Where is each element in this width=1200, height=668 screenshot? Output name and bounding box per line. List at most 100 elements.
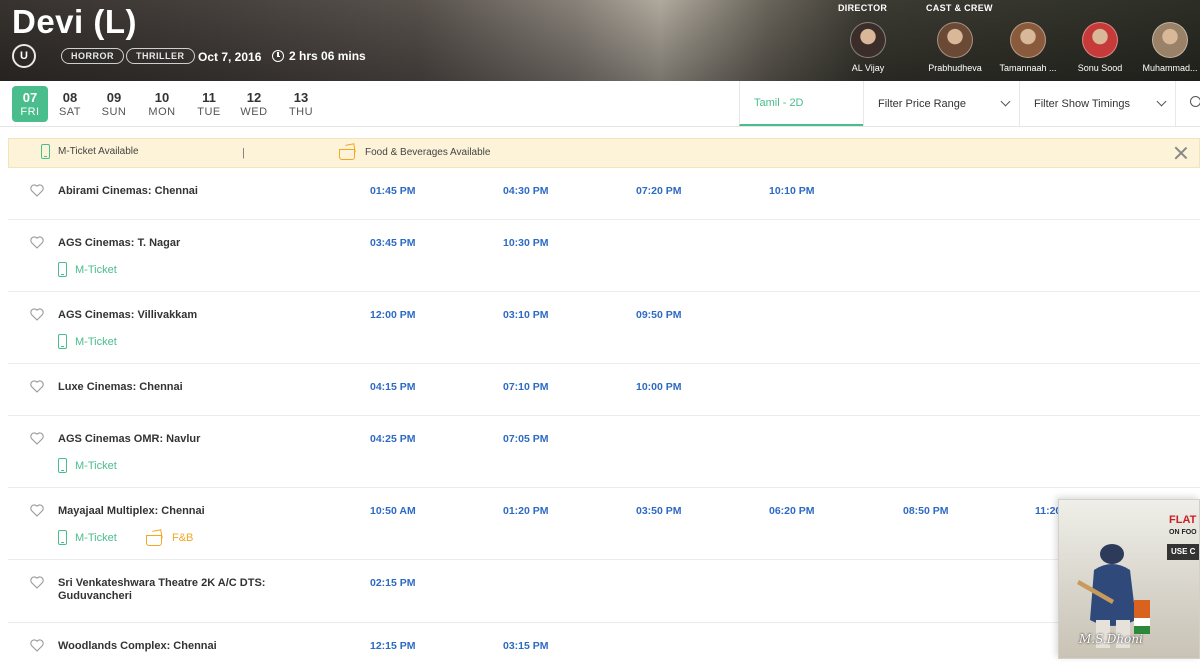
heart-icon[interactable] bbox=[30, 504, 44, 517]
cinema-row: Woodlands Complex: Chennai 12:15 PM 03:15 … bbox=[8, 623, 1200, 668]
banner-fnb: Food & Beverages Available bbox=[339, 144, 490, 160]
showtime-button[interactable]: 09:50 PM bbox=[636, 309, 682, 321]
genre-tag-thriller[interactable]: THRILLER bbox=[126, 48, 195, 64]
advertisement[interactable]: FLAT ON FOO USE C M.S.Dhoni bbox=[1058, 499, 1200, 659]
cinema-row: AGS Cinemas OMR: Navlur 04:25 PM 07:05 PM M… bbox=[8, 416, 1200, 488]
cinema-name[interactable]: Mayajaal Multiplex: Chennai bbox=[58, 505, 298, 518]
amenity-mticket-label: M-Ticket bbox=[75, 335, 117, 348]
showtime-button[interactable]: 04:25 PM bbox=[370, 433, 416, 445]
filter-price-dropdown[interactable]: Filter Price Range bbox=[863, 81, 1019, 126]
date-number: 11 bbox=[202, 90, 216, 105]
showtime-button[interactable]: 08:50 PM bbox=[903, 505, 949, 517]
showtime-button[interactable]: 10:00 PM bbox=[636, 381, 682, 393]
person-name: Sonu Sood bbox=[1077, 63, 1123, 73]
search-icon[interactable] bbox=[1175, 81, 1200, 126]
avatar bbox=[1010, 22, 1046, 58]
heart-icon[interactable] bbox=[30, 639, 44, 652]
cinema-name[interactable]: Sri Venkateshwara Theatre 2K A/C DTS: Gu… bbox=[58, 577, 298, 603]
heart-icon[interactable] bbox=[30, 432, 44, 445]
date-day: THU bbox=[288, 106, 314, 118]
date-tab-08[interactable]: 08 SAT bbox=[52, 86, 88, 122]
banner-fnb-text: Food & Beverages Available bbox=[365, 146, 491, 158]
person-director[interactable]: AL Vijay bbox=[833, 22, 903, 73]
phone-icon bbox=[58, 262, 67, 277]
heart-icon[interactable] bbox=[30, 236, 44, 249]
showtime-button[interactable]: 04:30 PM bbox=[503, 185, 549, 197]
cinema-name[interactable]: Abirami Cinemas: Chennai bbox=[58, 185, 298, 198]
showtime-button[interactable]: 03:15 PM bbox=[503, 640, 549, 652]
date-day: WED bbox=[240, 106, 268, 118]
amenity-mticket: M-Ticket bbox=[58, 458, 117, 473]
showtime-button[interactable]: 03:45 PM bbox=[370, 237, 416, 249]
clock-icon bbox=[272, 50, 284, 62]
cinema-name[interactable]: AGS Cinemas: T. Nagar bbox=[58, 237, 298, 250]
showtime-button[interactable]: 10:50 AM bbox=[370, 505, 416, 517]
amenity-mticket-label: M-Ticket bbox=[75, 263, 117, 276]
food-beverage-icon bbox=[339, 144, 357, 160]
director-label: DIRECTOR bbox=[838, 3, 888, 13]
filter-price-label: Filter Price Range bbox=[878, 97, 967, 110]
date-day: SUN bbox=[101, 106, 127, 118]
banner-mticket: M-Ticket Available bbox=[41, 144, 139, 159]
chevron-down-icon bbox=[1156, 96, 1167, 107]
showtime-button[interactable]: 01:45 PM bbox=[370, 185, 416, 197]
showtime-button[interactable]: 12:00 PM bbox=[370, 309, 416, 321]
amenity-mticket: M-Ticket bbox=[58, 334, 117, 349]
heart-icon[interactable] bbox=[30, 308, 44, 321]
person-cast[interactable]: Muhammad... bbox=[1135, 22, 1200, 73]
heart-icon[interactable] bbox=[30, 576, 44, 589]
avatar bbox=[937, 22, 973, 58]
date-tab-10[interactable]: 10 MON bbox=[144, 86, 180, 122]
cinema-name[interactable]: Luxe Cinemas: Chennai bbox=[58, 381, 298, 394]
person-cast[interactable]: Prabhudheva bbox=[920, 22, 990, 73]
showtime-button[interactable]: 02:15 PM bbox=[370, 577, 416, 589]
person-cast[interactable]: Tamannaah ... bbox=[993, 22, 1063, 73]
filter-timings-dropdown[interactable]: Filter Show Timings bbox=[1019, 81, 1175, 126]
showtime-button[interactable]: 10:30 PM bbox=[503, 237, 549, 249]
person-name: Prabhudheva bbox=[928, 63, 982, 73]
duration: 2 hrs 06 mins bbox=[272, 49, 366, 63]
date-day: FRI bbox=[20, 106, 40, 118]
avatar bbox=[1082, 22, 1118, 58]
showtime-button[interactable]: 07:10 PM bbox=[503, 381, 549, 393]
cinema-row: AGS Cinemas: T. Nagar 03:45 PM 10:30 PM M-T… bbox=[8, 220, 1200, 292]
date-filter-bar: 07 FRI 08 SAT 09 SUN 10 MON 11 TUE 12 WE… bbox=[0, 81, 1200, 127]
person-cast[interactable]: Sonu Sood bbox=[1065, 22, 1135, 73]
cinema-row: Sri Venkateshwara Theatre 2K A/C DTS: Gu… bbox=[8, 560, 1200, 623]
showtime-button[interactable]: 10:10 PM bbox=[769, 185, 815, 197]
date-tab-12[interactable]: 12 WED bbox=[236, 86, 272, 122]
date-tab-09[interactable]: 09 SUN bbox=[96, 86, 132, 122]
showtime-button[interactable]: 12:15 PM bbox=[370, 640, 416, 652]
phone-icon bbox=[58, 334, 67, 349]
date-tab-11[interactable]: 11 TUE bbox=[191, 86, 227, 122]
cinema-name[interactable]: Woodlands Complex: Chennai bbox=[58, 640, 298, 653]
amenity-mticket-label: M-Ticket bbox=[75, 459, 117, 472]
language-format-tab[interactable]: Tamil - 2D bbox=[739, 81, 863, 126]
cinema-row: Mayajaal Multiplex: Chennai 10:50 AM 01:20… bbox=[8, 488, 1200, 560]
close-icon[interactable] bbox=[1173, 145, 1189, 161]
ad-food-text: ON FOO bbox=[1169, 529, 1197, 536]
cinema-name[interactable]: AGS Cinemas: Villivakkam bbox=[58, 309, 298, 322]
movie-header: Devi (L) U HORROR THRILLER Oct 7, 2016 2… bbox=[0, 0, 1200, 81]
movie-title: Devi (L) bbox=[12, 3, 138, 40]
showtime-button[interactable]: 07:20 PM bbox=[636, 185, 682, 197]
date-tab-13[interactable]: 13 THU bbox=[283, 86, 319, 122]
phone-icon bbox=[41, 144, 50, 159]
language-format-label: Tamil - 2D bbox=[754, 96, 804, 109]
showtime-button[interactable]: 06:20 PM bbox=[769, 505, 815, 517]
showtime-button[interactable]: 07:05 PM bbox=[503, 433, 549, 445]
heart-icon[interactable] bbox=[30, 184, 44, 197]
showtime-button[interactable]: 03:50 PM bbox=[636, 505, 682, 517]
date-tab-07[interactable]: 07 FRI bbox=[12, 86, 48, 122]
cinema-name[interactable]: AGS Cinemas OMR: Navlur bbox=[58, 433, 298, 446]
amenity-mticket: M-Ticket bbox=[58, 262, 117, 277]
banner-mticket-text: M-Ticket Available bbox=[58, 146, 139, 157]
heart-icon[interactable] bbox=[30, 380, 44, 393]
showtime-button[interactable]: 01:20 PM bbox=[503, 505, 549, 517]
showtime-button[interactable]: 04:15 PM bbox=[370, 381, 416, 393]
showtime-button[interactable]: 03:10 PM bbox=[503, 309, 549, 321]
date-number: 10 bbox=[154, 90, 170, 105]
phone-icon bbox=[58, 458, 67, 473]
genre-tag-horror[interactable]: HORROR bbox=[61, 48, 124, 64]
cinema-row: AGS Cinemas: Villivakkam 12:00 PM 03:10 PM… bbox=[8, 292, 1200, 364]
